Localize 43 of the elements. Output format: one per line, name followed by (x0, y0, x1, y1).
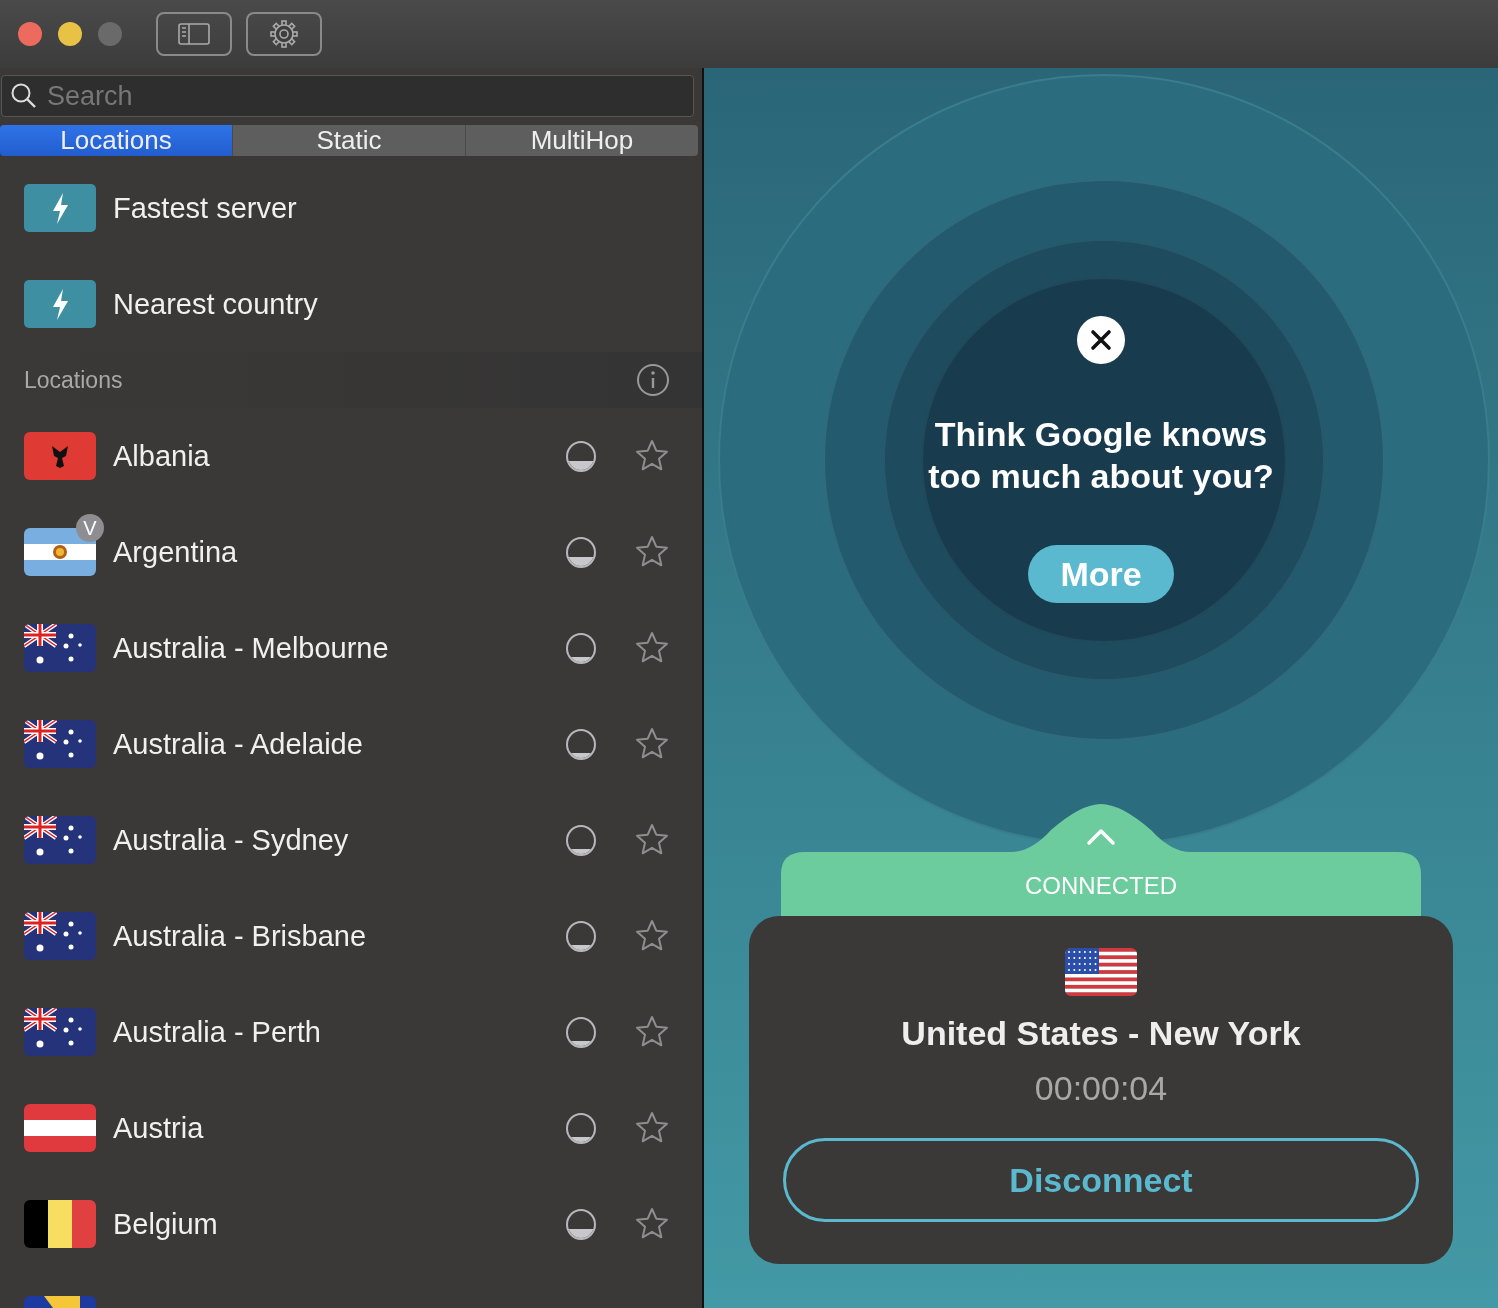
flag-icon (24, 624, 96, 672)
flag-icon (24, 912, 96, 960)
disconnect-button[interactable]: Disconnect (783, 1138, 1419, 1222)
location-item[interactable]: Belgium (0, 1176, 702, 1272)
tab[interactable]: MultiHop (466, 125, 698, 156)
location-item[interactable]: Australia - Adelaide (0, 696, 702, 792)
flag-icon (24, 816, 96, 864)
location-item[interactable]: Australia - Sydney (0, 792, 702, 888)
section-title: Locations (24, 366, 123, 394)
sidebar-icon (178, 23, 210, 45)
badge: V (76, 514, 104, 542)
flag-icon (24, 1008, 96, 1056)
quick-connect-item[interactable]: Fastest server (0, 160, 702, 256)
close-window-button[interactable] (18, 22, 42, 46)
connection-timer: 00:00:04 (1034, 1069, 1168, 1108)
lightning-bolt-icon (24, 280, 96, 328)
gear-icon (269, 19, 299, 49)
settings-button[interactable] (246, 12, 322, 56)
tab[interactable]: Static (233, 125, 466, 156)
promo-headline: Think Google knows too much about you? (927, 414, 1275, 497)
info-icon[interactable] (636, 363, 670, 397)
search-icon (10, 82, 38, 110)
location-item[interactable]: Albania (0, 408, 702, 504)
location-item[interactable]: Austria (0, 1080, 702, 1176)
tab[interactable]: Locations (0, 125, 233, 156)
minimize-window-button[interactable] (58, 22, 82, 46)
location-item[interactable]: V Argentina (0, 504, 702, 600)
search-field[interactable]: Search (1, 75, 694, 117)
flag-icon (1065, 948, 1137, 996)
location-item[interactable]: Australia - Perth (0, 984, 702, 1080)
chevron-up-icon[interactable] (1086, 828, 1116, 846)
lightning-bolt-icon (24, 184, 96, 232)
flag-icon (24, 720, 96, 768)
connection-status: CONNECTED (1025, 872, 1177, 900)
close-icon (1090, 329, 1112, 351)
flag-icon (24, 1200, 96, 1248)
flag-icon (24, 432, 96, 480)
connected-location: United States - New York (901, 1014, 1301, 1053)
location-item[interactable]: Australia - Melbourne (0, 600, 702, 696)
quick-connect-item[interactable]: Nearest country (0, 256, 702, 352)
location-item[interactable]: Australia - Brisbane (0, 888, 702, 984)
flag-icon (24, 1104, 96, 1152)
sidebar-toggle-button[interactable] (156, 12, 232, 56)
